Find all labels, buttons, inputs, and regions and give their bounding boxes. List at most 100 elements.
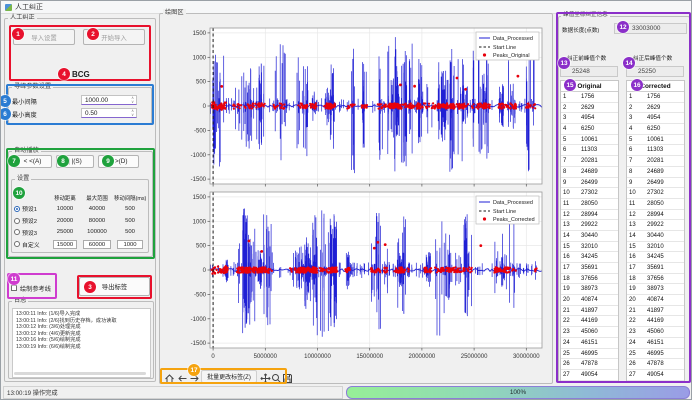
table-row[interactable]: 2040874 [561,295,618,306]
table-row[interactable]: 2647878 [561,359,618,370]
export-labels-button[interactable]: 导出标签 [79,277,150,296]
table-row[interactable]: 2446151 [561,338,618,349]
min-interval-label: 最小间隔 [12,97,37,106]
start-import-button[interactable]: 开始导入 [83,29,145,45]
svg-text:Peaks_Original: Peaks_Original [493,53,530,59]
table-row[interactable]: 720281 [561,156,618,167]
table-row[interactable]: 2546995 [561,349,618,360]
min-height-spinbox[interactable]: 0.50 ∧∨ [81,108,137,118]
corrected-table-header: Corrected [627,81,684,92]
svg-text:Data_Processed: Data_Processed [493,200,533,206]
table-row[interactable]: 1027302 [561,188,618,199]
table-row[interactable]: 611303 [627,145,684,156]
original-table-body: 1175622629349544625051006161130372028182… [561,92,618,381]
svg-text:25000000: 25000000 [461,354,488,360]
pan-icon[interactable] [260,371,271,382]
table-row[interactable]: 1128050 [627,199,684,210]
batch-edit-labels-button[interactable]: 批量更改标签(Z) [201,370,257,383]
table-row[interactable]: 22629 [561,103,618,114]
original-peaks-table[interactable]: Original 1175622629349544625051006161130… [560,80,619,381]
table-row[interactable]: 1634245 [627,252,684,263]
min-interval-spinbox[interactable]: 1000.00 ∧∨ [81,95,137,105]
spinner-arrows-icon[interactable]: ∧∨ [131,109,136,116]
table-row[interactable]: 1837656 [561,274,618,285]
home-icon[interactable] [164,371,175,382]
table-row[interactable]: 1938973 [627,284,684,295]
table-row[interactable]: 46250 [561,124,618,135]
table-row[interactable]: 2141897 [561,306,618,317]
table-row[interactable]: 2244169 [561,316,618,327]
table-row[interactable]: 34954 [561,113,618,124]
table-row[interactable]: 2040874 [627,295,684,306]
save-icon[interactable] [282,371,293,382]
forward-arrow-icon[interactable] [189,371,200,382]
table-row[interactable]: 1532010 [561,242,618,253]
table-row[interactable]: 2546995 [627,349,684,360]
peak-info-group-label: 峰值坐标纠正信息 [561,12,610,19]
table-row[interactable]: 2749054 [627,370,684,381]
back-arrow-icon[interactable] [177,371,188,382]
svg-text:0: 0 [211,354,215,360]
corrected-peaks-table[interactable]: Corrected 117562262934954462505100616113… [626,80,685,381]
table-row[interactable]: 2244169 [627,316,684,327]
table-row[interactable]: 1430440 [627,231,684,242]
table-row[interactable]: 1329922 [561,220,618,231]
preset-radio[interactable] [14,241,20,247]
table-row[interactable]: 926499 [561,178,618,189]
min-height-label: 最小高度 [12,110,37,119]
original-table-header: Original [561,81,618,92]
custom-value-input[interactable]: 60000 [83,240,111,249]
preset-radio[interactable] [14,206,20,212]
table-row[interactable]: 1128050 [561,199,618,210]
svg-text:-500: -500 [194,128,207,134]
zoom-icon[interactable] [271,371,282,382]
table-row[interactable]: 1430440 [561,231,618,242]
window-title: 人工纠正 [15,2,43,12]
step-back-button[interactable]: < <(A) [13,155,52,168]
table-row[interactable]: 11756 [561,92,618,103]
table-row[interactable]: 2345060 [561,327,618,338]
table-row[interactable]: 510061 [561,135,618,146]
svg-text:-1000: -1000 [191,153,207,159]
table-row[interactable]: 2345060 [627,327,684,338]
reference-line-checkbox[interactable] [11,285,17,291]
log-output[interactable]: 13:00:11 Info: (1/6)导入完成13:00:11 Info: (… [12,308,151,378]
table-row[interactable]: 22629 [627,103,684,114]
table-row[interactable]: 1938973 [561,284,618,295]
table-row[interactable]: 2446151 [627,338,684,349]
table-row[interactable]: 1329922 [627,220,684,231]
table-row[interactable]: 1735691 [627,263,684,274]
table-row[interactable]: 1532010 [627,242,684,253]
before-count-field: 25248 [560,66,618,77]
preset-radio[interactable] [14,218,20,224]
table-row[interactable]: 2647878 [627,359,684,370]
table-row[interactable]: 611303 [561,145,618,156]
table-row[interactable]: 2141897 [627,306,684,317]
table-row[interactable]: 1634245 [561,252,618,263]
table-row[interactable]: 824689 [561,167,618,178]
chart-top-original-peaks[interactable]: -1500-1000-500050010001500Data_Processed… [164,23,550,189]
table-row[interactable]: 926499 [627,178,684,189]
table-row[interactable]: 34954 [627,113,684,124]
custom-value-input[interactable]: 1000 [117,240,143,249]
pause-button[interactable]: | |(S) [56,155,94,168]
chart-bottom-corrected-peaks[interactable]: -1500-1000-50005001000150005000000100000… [164,187,550,365]
step-forward-button[interactable]: > >(D) [98,155,139,168]
table-row[interactable]: 720281 [627,156,684,167]
preset-radio[interactable] [14,229,20,235]
table-row[interactable]: 824689 [627,167,684,178]
table-row[interactable]: 11756 [627,92,684,103]
table-row[interactable]: 510061 [627,135,684,146]
table-row[interactable]: 2749054 [561,370,618,381]
spinner-arrows-icon[interactable]: ∧∨ [131,96,136,103]
table-row[interactable]: 46250 [627,124,684,135]
table-row[interactable]: 1027302 [627,188,684,199]
table-row[interactable]: 1735691 [561,263,618,274]
custom-value-input[interactable]: 15000 [53,240,77,249]
import-settings-button[interactable]: 导入设置 [13,29,75,45]
table-row[interactable]: 1837656 [627,274,684,285]
log-horizontal-scrollbar[interactable] [14,372,146,375]
table-row[interactable]: 1228994 [561,210,618,221]
table-row[interactable]: 1228994 [627,210,684,221]
before-count-label: 纠正前峰值个数 [567,54,606,62]
